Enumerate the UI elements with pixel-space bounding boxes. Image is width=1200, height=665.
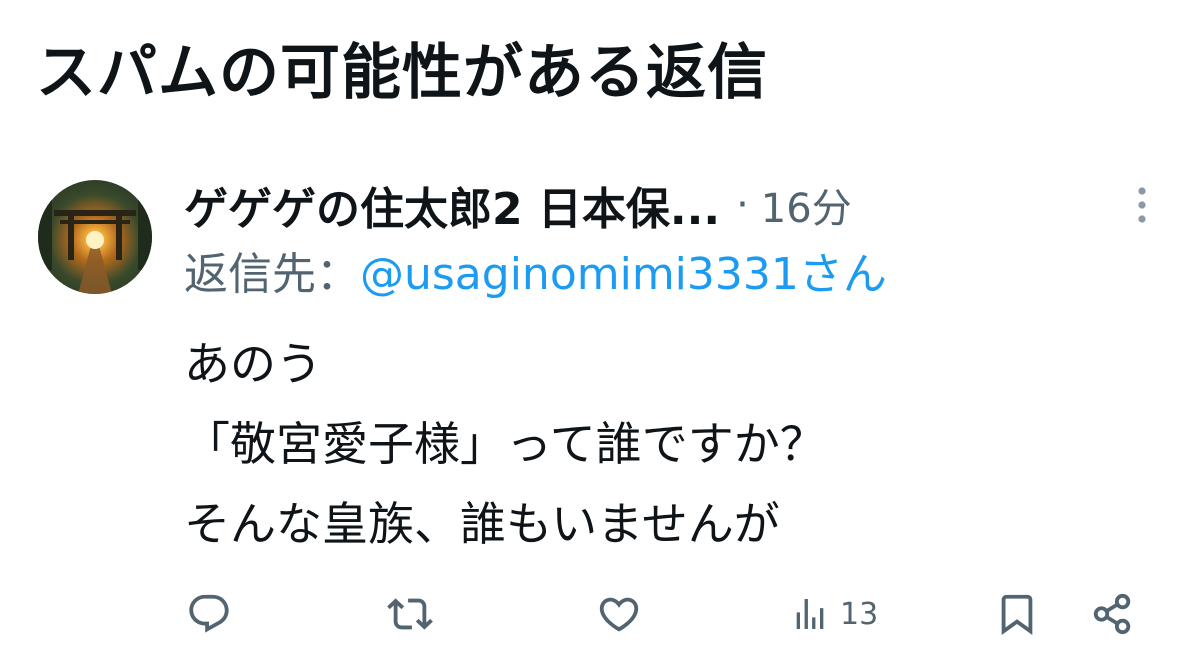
retweet-icon (387, 598, 433, 630)
header-separator: · (736, 182, 749, 228)
share-icon (1093, 593, 1131, 635)
share-button[interactable] (1090, 586, 1136, 642)
tweet-time[interactable]: 16分 (761, 176, 852, 234)
bar-chart-icon (796, 599, 824, 629)
views-button[interactable]: 13 (790, 586, 878, 642)
tweet-text-line: あのう (184, 337, 322, 391)
tweet-text-line: そんな皇族、誰もいませんが (184, 497, 780, 551)
tweet-header: ゲゲゲの住太郎2 日本保... · 16分 (184, 170, 852, 240)
reply-prefix: 返信先： (184, 249, 360, 300)
reply-context: 返信先：@usaginomimi3331さん (184, 242, 887, 308)
comment-icon (189, 594, 229, 633)
retweet-button[interactable] (387, 586, 433, 642)
tweet-text: あのう 「敬宮愛子様」って誰ですか？ そんな皇族、誰もいませんが (184, 324, 826, 564)
more-options-button[interactable] (1124, 180, 1160, 230)
action-bar: 13 (0, 586, 1200, 642)
bookmark-button[interactable] (994, 586, 1040, 642)
reply-handle-link[interactable]: @usaginomimi3331さん (360, 249, 887, 300)
like-button[interactable] (596, 586, 642, 642)
reply-button[interactable] (186, 586, 232, 642)
avatar[interactable] (38, 180, 152, 294)
bookmark-icon (1001, 594, 1033, 635)
torii-gate-image (38, 200, 152, 294)
tweet-text-line: 「敬宮愛子様」って誰ですか？ (184, 417, 826, 471)
display-name[interactable]: ゲゲゲの住太郎2 日本保... (184, 173, 720, 237)
section-title: スパムの可能性がある返信 (36, 38, 768, 108)
heart-icon (599, 597, 639, 632)
views-count: 13 (840, 596, 879, 632)
more-vertical-icon (1138, 187, 1146, 223)
